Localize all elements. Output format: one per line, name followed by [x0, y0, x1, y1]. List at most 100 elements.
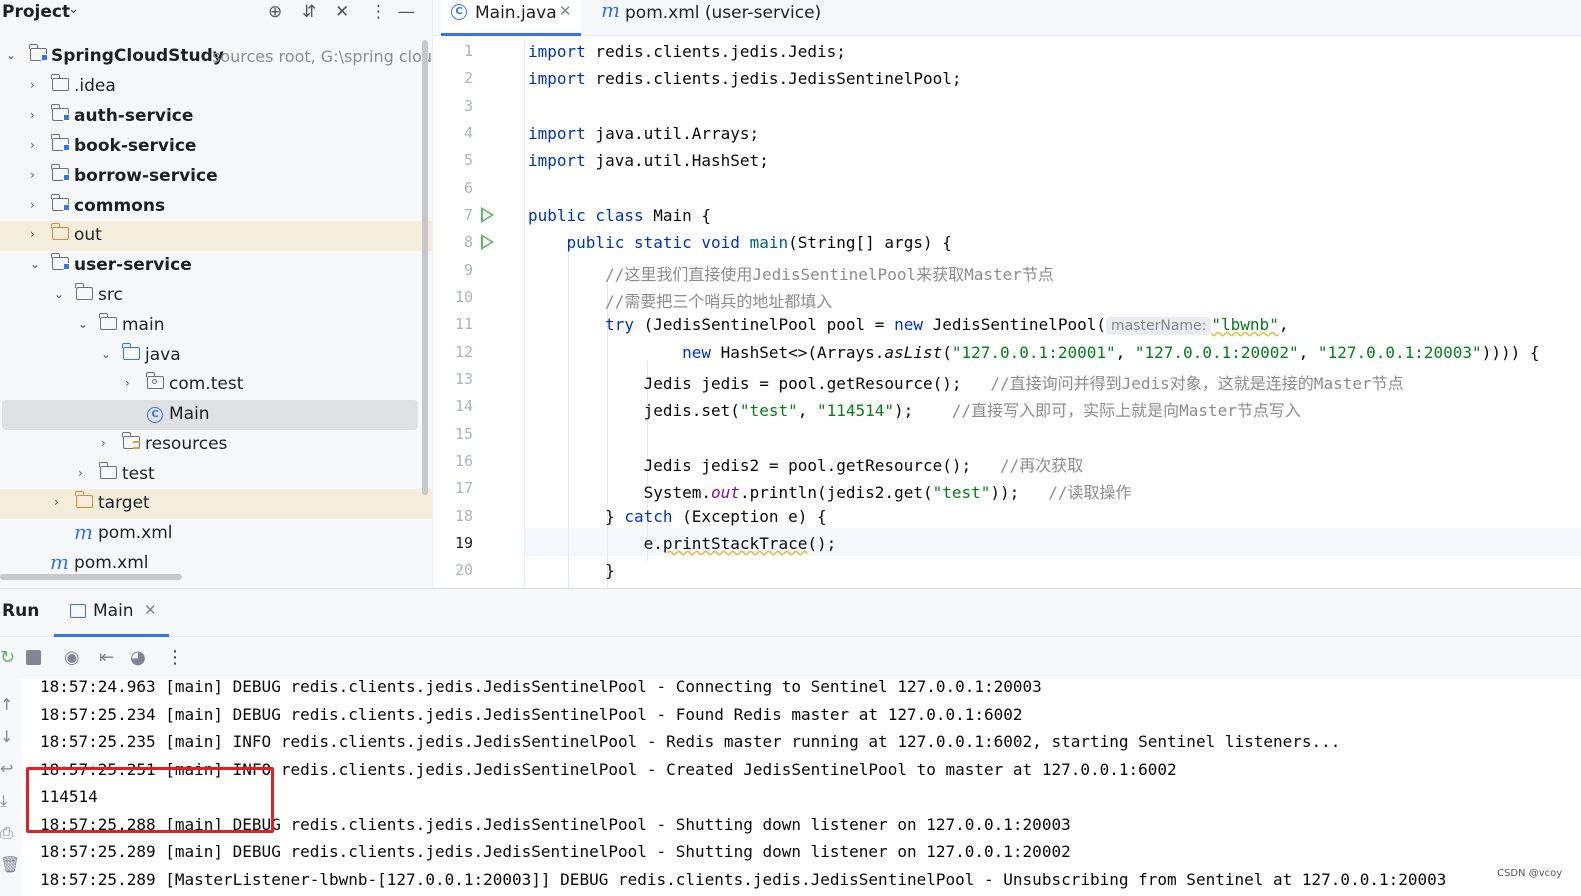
chevron-down-icon[interactable]: ⌄ — [30, 257, 40, 271]
trash-icon[interactable]: 🗑 — [0, 855, 20, 874]
tree-item-label: SpringCloudStudy — [51, 46, 224, 66]
run-tab-main[interactable]: Main ✕ — [54, 589, 169, 637]
code-token: try — [528, 315, 634, 334]
code-token: "127.0.0.1:20003" — [1317, 343, 1482, 362]
tree-item-label: resources — [145, 434, 228, 454]
tree-item-label: book-service — [74, 136, 197, 156]
tree-item-commons[interactable]: › commons — [0, 192, 432, 222]
module-folder-icon — [51, 164, 70, 181]
vertical-scrollbar[interactable] — [422, 40, 428, 495]
tree-item-auth-service[interactable]: › auth-service — [0, 102, 432, 132]
chevron-right-icon[interactable]: › — [30, 108, 35, 122]
minimize-icon[interactable]: — — [398, 2, 415, 22]
locate-icon[interactable]: ⊕ — [268, 2, 282, 22]
tree-item-java[interactable]: ⌄ java — [0, 341, 432, 371]
tree-item-idea[interactable]: › .idea — [0, 72, 432, 102]
code-token: //直接写入即可，实际上就是向Master节点写入 — [951, 401, 1301, 420]
line-number: 8 — [463, 233, 473, 251]
run-class-icon[interactable] — [481, 207, 494, 223]
dump-threads-icon[interactable]: ◕ — [130, 647, 146, 668]
tree-item-label: out — [74, 225, 102, 245]
chevron-down-icon[interactable]: ⌄ — [101, 347, 111, 361]
print-icon[interactable]: ⎙ — [0, 823, 13, 843]
tree-item-test[interactable]: › test — [0, 460, 432, 490]
chevron-down-icon[interactable]: ⌄ — [6, 48, 16, 62]
run-main-icon[interactable] — [481, 234, 494, 250]
tree-item-user-service[interactable]: ⌄ user-service — [0, 251, 432, 281]
maven-icon: m — [601, 0, 620, 22]
chevron-down-icon[interactable]: ⌄ — [54, 287, 64, 301]
tree-item-borrow-service[interactable]: › borrow-service — [0, 162, 432, 192]
excluded-folder-icon — [75, 491, 93, 508]
project-header: Project ⌄ ⊕ ⇵ ✕ ⋮ — — [0, 0, 432, 26]
module-folder-icon — [51, 194, 70, 211]
console-line: 18:57:25.234 [main] DEBUG redis.clients.… — [40, 705, 1023, 724]
tab-main-java[interactable]: C Main.java ✕ — [441, 0, 581, 36]
chevron-right-icon[interactable]: › — [54, 495, 59, 509]
tree-item-target[interactable]: › target — [0, 489, 432, 519]
chevron-down-icon[interactable]: ⌄ — [68, 2, 79, 17]
code-token: catch — [624, 507, 673, 526]
tab-label: Main.java — [475, 3, 557, 23]
collapse-all-icon[interactable]: ✕ — [335, 2, 349, 22]
line-number: 5 — [463, 151, 473, 169]
code-token: "test" — [739, 401, 798, 420]
close-icon[interactable]: ✕ — [144, 601, 157, 619]
restore-layout-icon[interactable]: ⇤ — [99, 647, 114, 668]
tree-item-springcloudstudy[interactable]: ⌄ SpringCloudStudy sources root, G:\spri… — [0, 42, 432, 72]
chevron-right-icon[interactable]: › — [30, 138, 35, 152]
code-token: new — [528, 343, 712, 362]
code-token: (); — [807, 534, 837, 553]
camera-icon[interactable]: ◉ — [64, 647, 80, 668]
tree-item-main-class[interactable]: C Main — [2, 400, 418, 430]
tree-item-com-test[interactable]: › com.test — [0, 370, 432, 400]
code-editor[interactable]: C Main.java ✕ m pom.xml (user-service) 1… — [432, 0, 1581, 588]
scroll-to-end-icon[interactable]: ⤓ — [0, 791, 7, 811]
arrow-down-icon[interactable]: ↓ — [0, 727, 13, 746]
chevron-right-icon[interactable]: › — [101, 436, 106, 450]
code-token: new — [894, 315, 923, 334]
line-number: 11 — [454, 315, 473, 333]
tree-item-pom-user-service[interactable]: m pom.xml — [0, 519, 432, 549]
more-options-icon[interactable]: ⋮ — [370, 2, 387, 22]
tree-item-src[interactable]: ⌄ src — [0, 281, 432, 311]
chevron-right-icon[interactable]: › — [125, 376, 130, 390]
module-folder-icon — [51, 253, 70, 270]
code-line-18: } catch (Exception e) { — [528, 507, 827, 534]
tab-pom-user-service[interactable]: m pom.xml (user-service) — [593, 0, 821, 36]
rerun-icon[interactable]: ↻ — [0, 647, 15, 668]
more-options-icon[interactable]: ⋮ — [166, 647, 184, 668]
chevron-right-icon[interactable]: › — [30, 198, 35, 212]
resources-folder-icon — [122, 432, 140, 449]
code-area[interactable]: import redis.clients.jedis.Jedis; import… — [528, 37, 1581, 588]
project-title[interactable]: Project — [2, 2, 70, 22]
tree-item-resources[interactable]: › resources — [0, 430, 432, 460]
soft-wrap-icon[interactable]: ↩ — [0, 759, 13, 778]
expand-all-icon[interactable]: ⇵ — [302, 2, 316, 22]
chevron-down-icon[interactable]: ⌄ — [78, 317, 88, 331]
line-number: 17 — [454, 479, 473, 497]
line-number: 6 — [463, 179, 473, 197]
arrow-up-icon[interactable]: ↑ — [0, 695, 13, 714]
tree-item-label: com.test — [169, 374, 244, 394]
code-line-16: Jedis jedis2 = pool.getResource(); //再次获… — [528, 452, 1084, 479]
excluded-folder-icon — [51, 223, 69, 240]
stop-icon[interactable] — [26, 650, 41, 665]
code-token: //读取操作 — [1048, 483, 1132, 502]
line-number: 20 — [454, 561, 473, 579]
tree-item-book-service[interactable]: › book-service — [0, 132, 432, 162]
code-line-5: import java.util.HashSet; — [528, 151, 769, 178]
chevron-right-icon[interactable]: › — [30, 227, 35, 241]
code-token: public class — [528, 206, 644, 225]
line-number: 7 — [463, 206, 473, 224]
tree-item-main-folder[interactable]: ⌄ main — [0, 311, 432, 341]
horizontal-scrollbar[interactable] — [0, 574, 182, 580]
close-icon[interactable]: ✕ — [559, 2, 572, 20]
chevron-right-icon[interactable]: › — [30, 168, 35, 182]
folder-icon — [99, 462, 117, 479]
editor-tab-bar: C Main.java ✕ m pom.xml (user-service) — [433, 0, 1581, 36]
tree-item-out[interactable]: › out — [0, 221, 432, 251]
chevron-right-icon[interactable]: › — [30, 78, 35, 92]
code-token: //再次获取 — [1000, 456, 1084, 475]
chevron-right-icon[interactable]: › — [78, 466, 83, 480]
